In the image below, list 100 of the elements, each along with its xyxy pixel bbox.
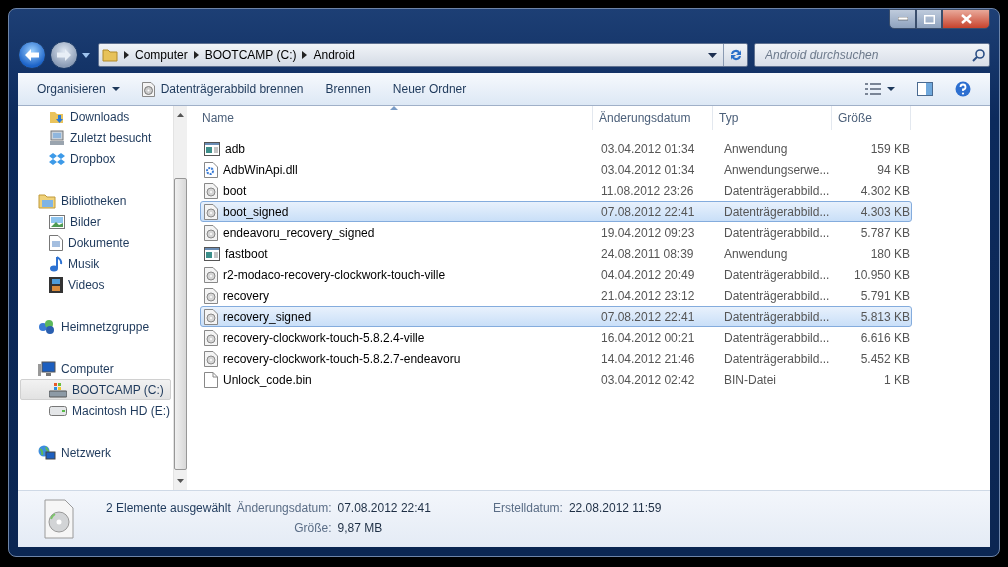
file-name: recovery_signed (223, 308, 312, 326)
sidebar-item[interactable]: Musik (20, 253, 172, 274)
file-name: boot (223, 182, 247, 200)
file-name: recovery-clockwork-touch-5.8.2.7-endeavoru (223, 350, 461, 368)
disc-image-icon (204, 224, 218, 241)
dropbox-icon (49, 151, 65, 166)
file-row[interactable]: endeavoru_recovery_signed 19.04.2012 09:23 Datenträgerabbild... 5.787 KB (200, 222, 912, 243)
back-button[interactable] (18, 41, 46, 69)
file-name: Unlock_code.bin (223, 371, 312, 389)
file-size: 180 KB (869, 245, 911, 263)
file-date: 07.08.2012 22:41 (600, 308, 696, 326)
sidebar-item[interactable]: Bibliotheken (20, 190, 172, 211)
search-input[interactable]: Android durchsuchen (763, 45, 972, 65)
sidebar-item[interactable]: Videos (20, 274, 172, 295)
file-row[interactable]: recovery-clockwork-touch-5.8.2.4-ville 16.04.2012 00:21 Datenträgerabbild... 6.616 KB (200, 327, 912, 348)
dropdown-caret-icon[interactable] (82, 52, 90, 58)
caret-icon (887, 87, 895, 91)
property-value: 22.08.2012 11:59 (568, 500, 662, 517)
file-row[interactable]: boot 11.08.2012 23:26 Datenträgerabbild... 4.302 KB (200, 180, 912, 201)
blank-file-icon (204, 371, 218, 388)
sidebar-item[interactable]: Downloads (20, 106, 172, 127)
sidebar-item[interactable]: Computer (20, 358, 172, 379)
disc-image-icon (204, 329, 218, 346)
file-type: Datenträgerabbild... (723, 329, 831, 347)
file-date: 14.04.2012 21:46 (600, 350, 696, 368)
dropdown-caret-icon[interactable] (708, 52, 717, 58)
sidebar-item[interactable]: BOOTCAMP (C:) (20, 379, 172, 400)
file-size: 159 KB (869, 140, 911, 158)
disc-file-icon (44, 499, 74, 539)
file-row[interactable]: boot_signed 07.08.2012 22:41 Datenträgerabbild... 4.303 KB (200, 201, 912, 222)
music-note-icon (49, 255, 63, 272)
help-icon (955, 81, 971, 97)
breadcrumb-item[interactable]: Computer (135, 46, 188, 64)
file-row[interactable]: r2-modaco-recovery-clockwork-touch-ville 04.04.2012 20:49 Datenträgerabbild... 10.950 KB (200, 264, 912, 285)
refresh-icon[interactable] (728, 48, 743, 62)
film-strip-icon (49, 276, 63, 293)
column-header[interactable]: Größe (832, 106, 911, 130)
forward-arrow-icon (56, 48, 72, 62)
file-name: r2-modaco-recovery-clockwork-touch-ville (223, 266, 446, 284)
column-header[interactable]: Änderungsdatum (593, 106, 713, 130)
document-icon (49, 234, 63, 251)
file-type: Datenträgerabbild... (723, 308, 831, 326)
file-size: 6.616 KB (859, 329, 911, 347)
toolbar-button[interactable]: Brennen (316, 77, 380, 101)
scroll-up-icon[interactable] (176, 112, 186, 118)
sidebar-item[interactable]: Dokumente (20, 232, 172, 253)
system-drive-icon (49, 381, 67, 398)
minimize-button[interactable] (889, 9, 916, 29)
forward-button[interactable] (50, 41, 78, 69)
scrollbar[interactable] (173, 106, 188, 490)
file-type: Anwendungserwe... (723, 161, 831, 179)
file-type: Datenträgerabbild... (723, 182, 831, 200)
preview-pane-icon (917, 82, 933, 96)
column-header[interactable]: Typ (713, 106, 832, 130)
breadcrumb-item[interactable]: Android (313, 46, 355, 64)
file-row[interactable]: AdbWinApi.dll 03.04.2012 01:34 Anwendungserwe... 94 KB (200, 159, 912, 180)
file-row[interactable]: recovery 21.04.2012 23:12 Datenträgerabbild... 5.791 KB (200, 285, 912, 306)
disc-image-icon (204, 203, 218, 220)
sidebar-item[interactable]: Heimnetzgruppe (20, 316, 172, 337)
sidebar-item[interactable]: Netzwerk (20, 442, 172, 463)
file-row[interactable]: recovery_signed 07.08.2012 22:41 Datenträgerabbild... 5.813 KB (200, 306, 912, 327)
toolbar-button[interactable]: Organisieren (28, 77, 129, 101)
settings-file-icon (204, 161, 218, 178)
property-label: Änderungsdatum: (236, 500, 332, 517)
file-name: boot_signed (223, 203, 289, 221)
toolbar-button[interactable]: Neuer Ordner (383, 77, 476, 101)
column-header[interactable]: Name (196, 106, 593, 130)
file-date: 07.08.2012 22:41 (600, 203, 696, 221)
file-row[interactable]: recovery-clockwork-touch-5.8.2.7-endeavoru 14.04.2012 21:46 Datenträgerabbild... 5.452 KB (200, 348, 912, 369)
breadcrumb-arrow-icon[interactable] (124, 51, 129, 59)
file-row[interactable]: Unlock_code.bin 03.04.2012 02:42 BIN-Datei 1 KB (200, 369, 912, 390)
file-size: 5.813 KB (859, 308, 911, 326)
file-row[interactable]: adb 03.04.2012 01:34 Anwendung 159 KB (200, 138, 912, 159)
file-row[interactable]: fastboot 24.08.2011 08:39 Anwendung 180 KB (200, 243, 912, 264)
search-icon[interactable] (972, 48, 985, 62)
sidebar-item[interactable]: Bilder (20, 211, 172, 232)
computer-icon (38, 360, 56, 377)
property-value: 9,87 MB (337, 520, 384, 537)
maximize-icon (923, 14, 935, 24)
disc-image-icon (204, 350, 218, 367)
back-arrow-icon (24, 48, 40, 62)
maximize-button[interactable] (916, 9, 942, 29)
property-label: Erstelldatum: (492, 500, 563, 517)
breadcrumb-item[interactable]: BOOTCAMP (C:) (204, 46, 297, 64)
caret-icon (111, 87, 120, 91)
property-label: Größe: (293, 520, 332, 537)
sidebar-item[interactable]: Zuletzt besucht (20, 127, 172, 148)
breadcrumb-arrow-icon[interactable] (302, 51, 308, 59)
toolbar-button[interactable]: Datenträgerabbild brennen (132, 77, 313, 101)
file-name: recovery-clockwork-touch-5.8.2.4-ville (223, 329, 425, 347)
scroll-down-icon[interactable] (176, 478, 186, 484)
breadcrumb-arrow-icon[interactable] (193, 51, 199, 59)
file-date: 11.08.2012 23:26 (600, 182, 695, 200)
sidebar-item[interactable]: Macintosh HD (E:) (20, 400, 172, 421)
file-name: AdbWinApi.dll (223, 161, 298, 179)
picture-icon (49, 214, 65, 229)
close-button[interactable] (942, 9, 990, 29)
sidebar-item[interactable]: Dropbox (20, 148, 172, 169)
search-field[interactable]: Android durchsuchen (754, 43, 990, 67)
address-field[interactable]: Computer BOOTCAMP (C:) Android (98, 43, 748, 67)
